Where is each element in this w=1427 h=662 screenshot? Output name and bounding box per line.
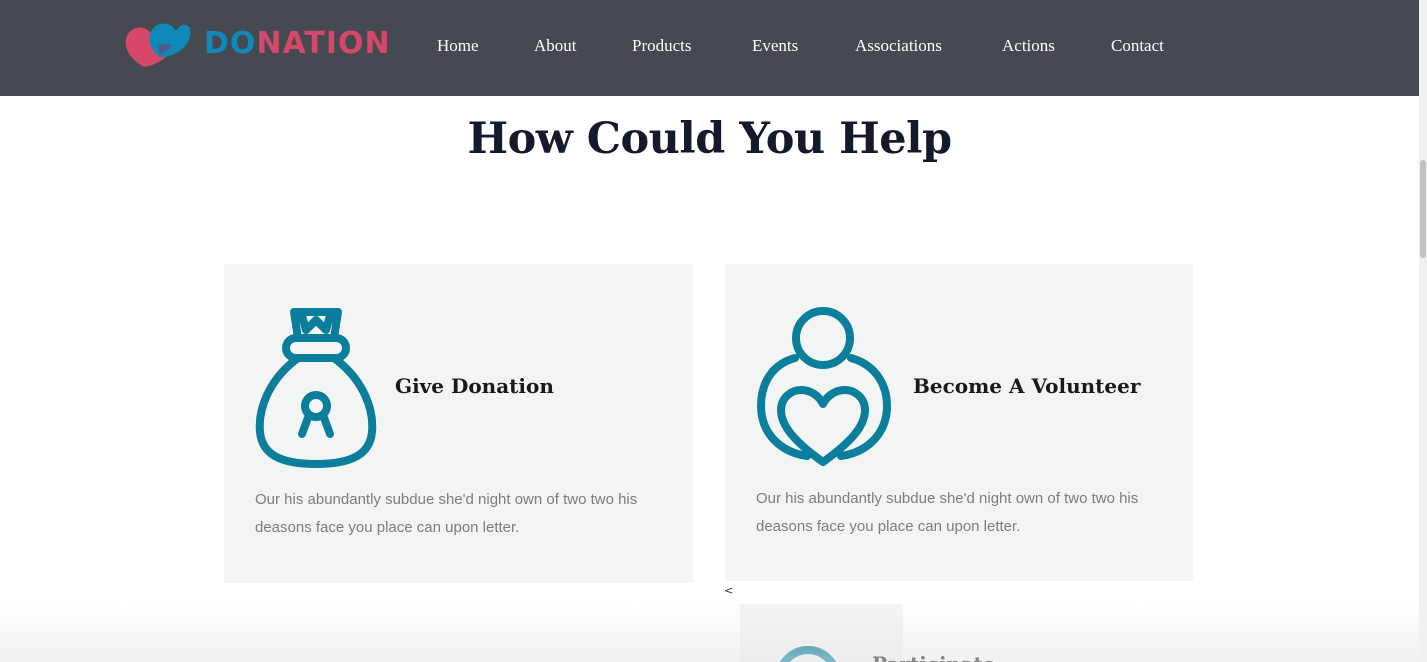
card-text-become-volunteer: Our his abundantly subdue she'd night ow… — [756, 485, 1186, 541]
money-bag-ribbon-icon — [255, 308, 377, 468]
card-title-participate: Participate — [872, 652, 996, 662]
person-heart-icon — [757, 307, 891, 466]
card-text-line: deasons face you place can upon letter. — [756, 518, 1021, 535]
card-title-become-volunteer: Become A Volunteer — [913, 374, 1141, 398]
logo-text-do: DO — [204, 26, 257, 61]
nav-actions[interactable]: Actions — [1002, 36, 1055, 56]
nav-associations[interactable]: Associations — [855, 36, 942, 56]
nav-events[interactable]: Events — [752, 36, 798, 56]
heart-logo-icon — [125, 23, 191, 67]
caret-icon[interactable]: < — [724, 584, 733, 597]
nav-contact[interactable]: Contact — [1111, 36, 1164, 56]
participate-icon — [779, 645, 837, 662]
bottom-fade — [0, 602, 1419, 662]
section-title: How Could You Help — [467, 114, 952, 164]
logo-text: DONATION — [204, 29, 391, 59]
nav-about[interactable]: About — [534, 36, 577, 56]
card-text-line: Our his abundantly subdue she'd night ow… — [255, 491, 638, 508]
scrollbar-thumb[interactable] — [1420, 160, 1426, 258]
card-text-give-donation: Our his abundantly subdue she'd night ow… — [255, 486, 685, 542]
nav-products[interactable]: Products — [632, 36, 692, 56]
card-become-volunteer[interactable]: Become A Volunteer Our his abundantly su… — [725, 264, 1193, 581]
card-text-line: Our his abundantly subdue she'd night ow… — [756, 490, 1139, 507]
nav-home[interactable]: Home — [437, 36, 479, 56]
site-header: DONATION Home About Products Events Asso… — [0, 0, 1419, 96]
page: DONATION Home About Products Events Asso… — [0, 0, 1427, 662]
card-text-line: deasons face you place can upon letter. — [255, 519, 520, 536]
card-title-give-donation: Give Donation — [395, 374, 554, 398]
card-give-donation[interactable]: Give Donation Our his abundantly subdue … — [224, 264, 693, 583]
logo[interactable]: DONATION — [122, 16, 402, 72]
logo-text-nation: NATION — [256, 26, 391, 61]
scrollbar[interactable] — [1419, 0, 1427, 662]
